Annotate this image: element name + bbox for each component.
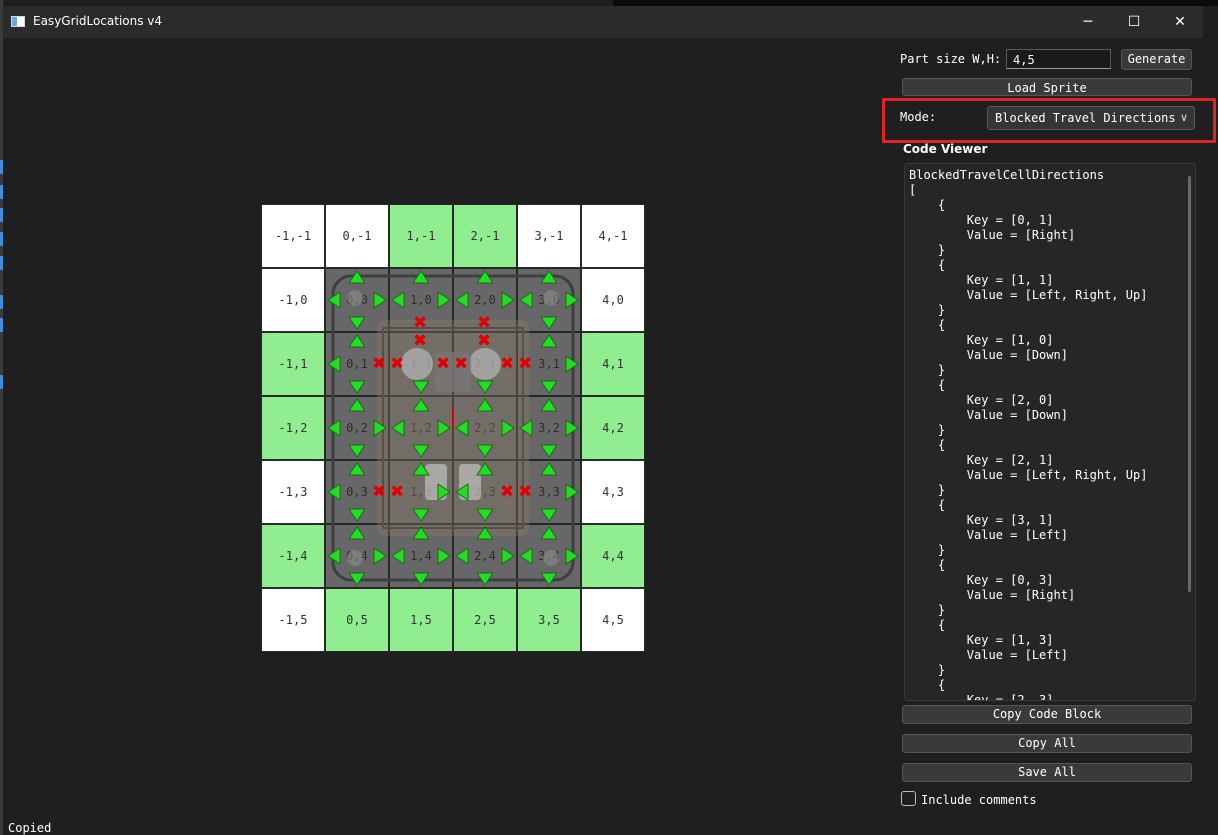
generate-button[interactable]: Generate [1121, 49, 1192, 70]
include-comments-label: Include comments [921, 793, 1037, 807]
grid-cell[interactable]: 2,5 [453, 588, 517, 652]
grid-cell[interactable]: -1,0 [261, 268, 325, 332]
code-viewer-title: Code Viewer [903, 142, 988, 156]
grid-cell[interactable]: 3,0 [517, 268, 581, 332]
grid-cell[interactable]: 2,-1 [453, 204, 517, 268]
grid-cell[interactable]: -1,1 [261, 332, 325, 396]
copy-all-button[interactable]: Copy All [902, 734, 1192, 753]
grid-cell[interactable]: 4,-1 [581, 204, 645, 268]
load-sprite-button[interactable]: Load Sprite [902, 78, 1192, 96]
grid-cell[interactable]: 3,4 [517, 524, 581, 588]
grid-cell[interactable]: -1,3 [261, 460, 325, 524]
grid-cell[interactable]: 0,1 [325, 332, 389, 396]
close-button[interactable]: ✕ [1157, 6, 1203, 38]
grid-cell[interactable]: 1,4 [389, 524, 453, 588]
grid-canvas[interactable]: -1,-1 0,-1 1,-1 2,-1 3,-1 4,-1 -1,0 0,0 1,0 2,0 3,… [261, 204, 645, 652]
code-scrollbar[interactable] [1188, 176, 1191, 592]
part-size-input[interactable]: 4,5 [1006, 49, 1111, 69]
save-all-button[interactable]: Save All [902, 763, 1192, 782]
grid-cell[interactable]: 3,5 [517, 588, 581, 652]
grid-cell[interactable]: 2,2 [453, 396, 517, 460]
grid-cell[interactable]: 2,0 [453, 268, 517, 332]
code-text[interactable]: BlockedTravelCellDirections [ { Key = [0… [905, 164, 1195, 700]
grid-cell[interactable]: 1,0 [389, 268, 453, 332]
grid-cell[interactable]: 4,4 [581, 524, 645, 588]
grid-cell[interactable]: 0,4 [325, 524, 389, 588]
grid-cell[interactable]: 0,5 [325, 588, 389, 652]
grid-cell[interactable]: -1,2 [261, 396, 325, 460]
app-icon [11, 16, 25, 27]
window-title: EasyGridLocations v4 [33, 14, 163, 28]
minimize-button[interactable]: ─ [1065, 6, 1111, 38]
grid-cell[interactable]: 4,5 [581, 588, 645, 652]
grid-cell[interactable]: 1,1 [389, 332, 453, 396]
grid-cell[interactable]: 0,0 [325, 268, 389, 332]
code-viewer[interactable]: BlockedTravelCellDirections [ { Key = [0… [904, 163, 1196, 701]
grid-cell[interactable]: 0,-1 [325, 204, 389, 268]
grid-cell[interactable]: 4,2 [581, 396, 645, 460]
part-size-label: Part size W,H: [900, 52, 1002, 66]
app-window: EasyGridLocations v4 ─ ☐ ✕ -1,-1 0,-1 1,-1… [3, 6, 1216, 835]
status-text: Copied [8, 821, 52, 835]
grid-cell[interactable]: 3,1 [517, 332, 581, 396]
grid-cell[interactable]: 3,3 [517, 460, 581, 524]
grid-cell[interactable]: 2,4 [453, 524, 517, 588]
title-bar[interactable]: EasyGridLocations v4 ─ ☐ ✕ [3, 6, 1203, 38]
grid-cell[interactable]: 1,5 [389, 588, 453, 652]
grid-cell[interactable]: -1,5 [261, 588, 325, 652]
grid-cell[interactable]: 1,-1 [389, 204, 453, 268]
include-comments-checkbox[interactable] [901, 791, 916, 806]
grid-cell[interactable]: 1,2 [389, 396, 453, 460]
annotation-highlight-box [882, 98, 1216, 143]
copy-code-block-button[interactable]: Copy Code Block [902, 705, 1192, 724]
grid-cell[interactable]: 4,3 [581, 460, 645, 524]
grid-cell[interactable]: 0,3 [325, 460, 389, 524]
grid-cell[interactable]: 4,1 [581, 332, 645, 396]
grid-cell[interactable]: 2,3 [453, 460, 517, 524]
grid-cell[interactable]: 0,2 [325, 396, 389, 460]
grid-cell[interactable]: -1,4 [261, 524, 325, 588]
grid-cell[interactable]: -1,-1 [261, 204, 325, 268]
maximize-button[interactable]: ☐ [1111, 6, 1157, 38]
grid-cell[interactable]: 1,3 [389, 460, 453, 524]
grid-cell[interactable]: 2,1 [453, 332, 517, 396]
grid-cell[interactable]: 4,0 [581, 268, 645, 332]
grid-cell[interactable]: 3,-1 [517, 204, 581, 268]
grid-cell[interactable]: 3,2 [517, 396, 581, 460]
